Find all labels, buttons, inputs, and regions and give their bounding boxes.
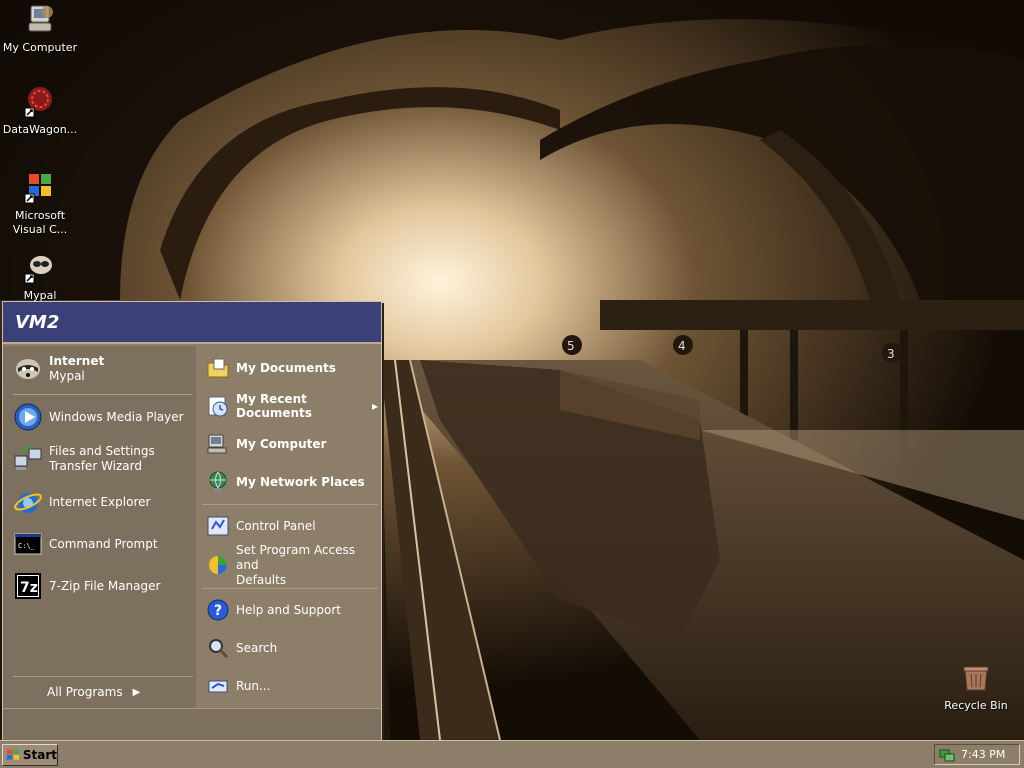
desktop-icon-label: Recycle Bin	[944, 699, 1008, 712]
menu-item-my-documents[interactable]: My Documents	[206, 354, 376, 382]
menu-item-my-computer[interactable]: My Computer	[206, 430, 376, 458]
desktop-icon-label: My Computer	[2, 41, 78, 54]
svg-text:4: 4	[678, 339, 686, 353]
visual-c-shortcut-icon	[24, 174, 51, 204]
chevron-right-icon: ▸	[371, 399, 378, 413]
menu-item-label: My Recent Documents	[236, 392, 312, 420]
menu-item-label: Run...	[236, 679, 271, 693]
menu-item-help-support[interactable]: ? Help and Support	[206, 596, 376, 624]
all-programs-button[interactable]: All Programs ▶	[47, 682, 167, 702]
datawagon-shortcut-icon	[24, 87, 52, 118]
menu-item-label: Command Prompt	[49, 537, 158, 551]
separator	[13, 676, 193, 677]
menu-item-control-panel[interactable]: Control Panel	[206, 512, 376, 540]
network-places-icon	[209, 471, 227, 492]
transfer-wizard-icon	[14, 446, 42, 470]
menu-item-internet-explorer[interactable]: Internet Explorer	[13, 486, 191, 518]
user-name: VM2	[15, 311, 60, 333]
desktop-icon-label: DataWagon...	[2, 123, 78, 136]
menu-item-label: My Computer	[236, 437, 327, 451]
pinned-title: Internet	[49, 354, 105, 368]
menu-item-search[interactable]: Search	[206, 634, 376, 662]
separator	[202, 588, 378, 589]
taskbar: Start 7:43 PM	[0, 740, 1024, 768]
mypal-shortcut-icon	[24, 256, 52, 284]
menu-item-label: Search	[236, 641, 278, 655]
program-access-icon	[209, 556, 227, 574]
start-label: Start	[22, 748, 57, 762]
menu-item-label: Internet Explorer	[49, 495, 151, 509]
my-computer-icon	[28, 5, 53, 32]
recycle-bin-icon	[963, 666, 989, 691]
recent-documents-icon	[208, 396, 228, 417]
menu-item-label: Help and Support	[236, 603, 341, 617]
run-icon	[208, 680, 228, 693]
desktop-icon-label: Microsoft Visual C...	[12, 209, 68, 236]
all-programs-label: All Programs	[47, 685, 123, 699]
start-menu-header: VM2	[3, 302, 381, 344]
menu-item-transfer-wizard[interactable]: Files and Settings Transfer Wizard	[13, 442, 191, 476]
start-menu-footer	[3, 708, 381, 743]
pinned-subtitle: Mypal	[49, 369, 85, 383]
my-documents-icon	[207, 358, 229, 378]
menu-item-7zip[interactable]: 7z 7-Zip File Manager	[13, 570, 191, 602]
svg-text:?: ?	[214, 603, 222, 619]
mypal-raccoon-icon	[16, 359, 40, 379]
menu-item-label: Windows Media Player	[49, 410, 184, 424]
svg-text:3: 3	[887, 347, 895, 361]
menu-item-label: Control Panel	[236, 519, 316, 533]
menu-item-program-access[interactable]: Set Program Access and Defaults	[206, 543, 378, 587]
svg-text:7z: 7z	[20, 580, 38, 596]
my-computer-icon	[207, 434, 227, 454]
start-button[interactable]: Start	[2, 744, 58, 766]
search-icon	[209, 639, 229, 659]
media-player-icon	[14, 403, 42, 431]
desktop-icon-mypal[interactable]: Mypal	[0, 250, 80, 303]
7zip-icon: 7z	[15, 573, 41, 599]
start-menu-right-pane: My Documents My Recent Documents ▸ My Co…	[198, 346, 381, 708]
menu-item-network-places[interactable]: My Network Places	[206, 468, 376, 496]
arrow-right-icon: ▶	[132, 686, 141, 698]
start-menu: VM2 Internet Mypal Windows Media Player	[2, 301, 382, 743]
desktop-icon-visual-c[interactable]: Microsoft Visual C...	[0, 170, 80, 237]
desktop-icon-my-computer[interactable]: My Computer	[0, 2, 80, 55]
internet-explorer-icon	[14, 493, 42, 513]
menu-item-label: My Network Places	[236, 475, 365, 489]
separator	[13, 394, 193, 395]
desktop-icon-datawagon[interactable]: DataWagon...	[0, 84, 80, 137]
separator	[202, 504, 378, 505]
pinned-internet-mypal[interactable]: Internet Mypal	[13, 352, 191, 386]
control-panel-icon	[207, 516, 229, 536]
menu-item-command-prompt[interactable]: C:\_ Command Prompt	[13, 528, 191, 560]
menu-item-label: Set Program Access and Defaults	[236, 542, 356, 587]
help-icon: ?	[207, 599, 229, 621]
windows-flag-icon	[6, 749, 20, 760]
menu-item-recent-documents[interactable]: My Recent Documents ▸	[206, 392, 378, 420]
menu-item-label: 7-Zip File Manager	[49, 579, 161, 593]
desktop-icon-recycle-bin[interactable]: Recycle Bin	[936, 660, 1016, 713]
start-menu-left-pane: Internet Mypal Windows Media Player File…	[3, 346, 196, 708]
menu-item-label: Files and Settings Transfer Wizard	[49, 444, 155, 473]
menu-item-run[interactable]: Run...	[206, 672, 376, 700]
clock[interactable]: 7:43 PM	[961, 748, 1005, 761]
menu-item-windows-media-player[interactable]: Windows Media Player	[13, 401, 191, 433]
svg-text:C:\_: C:\_	[18, 542, 36, 550]
system-tray: 7:43 PM	[934, 744, 1020, 765]
command-prompt-icon: C:\_	[14, 533, 42, 555]
network-tray-icon[interactable]	[939, 748, 955, 762]
svg-text:5: 5	[567, 339, 575, 353]
menu-item-label: My Documents	[236, 361, 336, 375]
